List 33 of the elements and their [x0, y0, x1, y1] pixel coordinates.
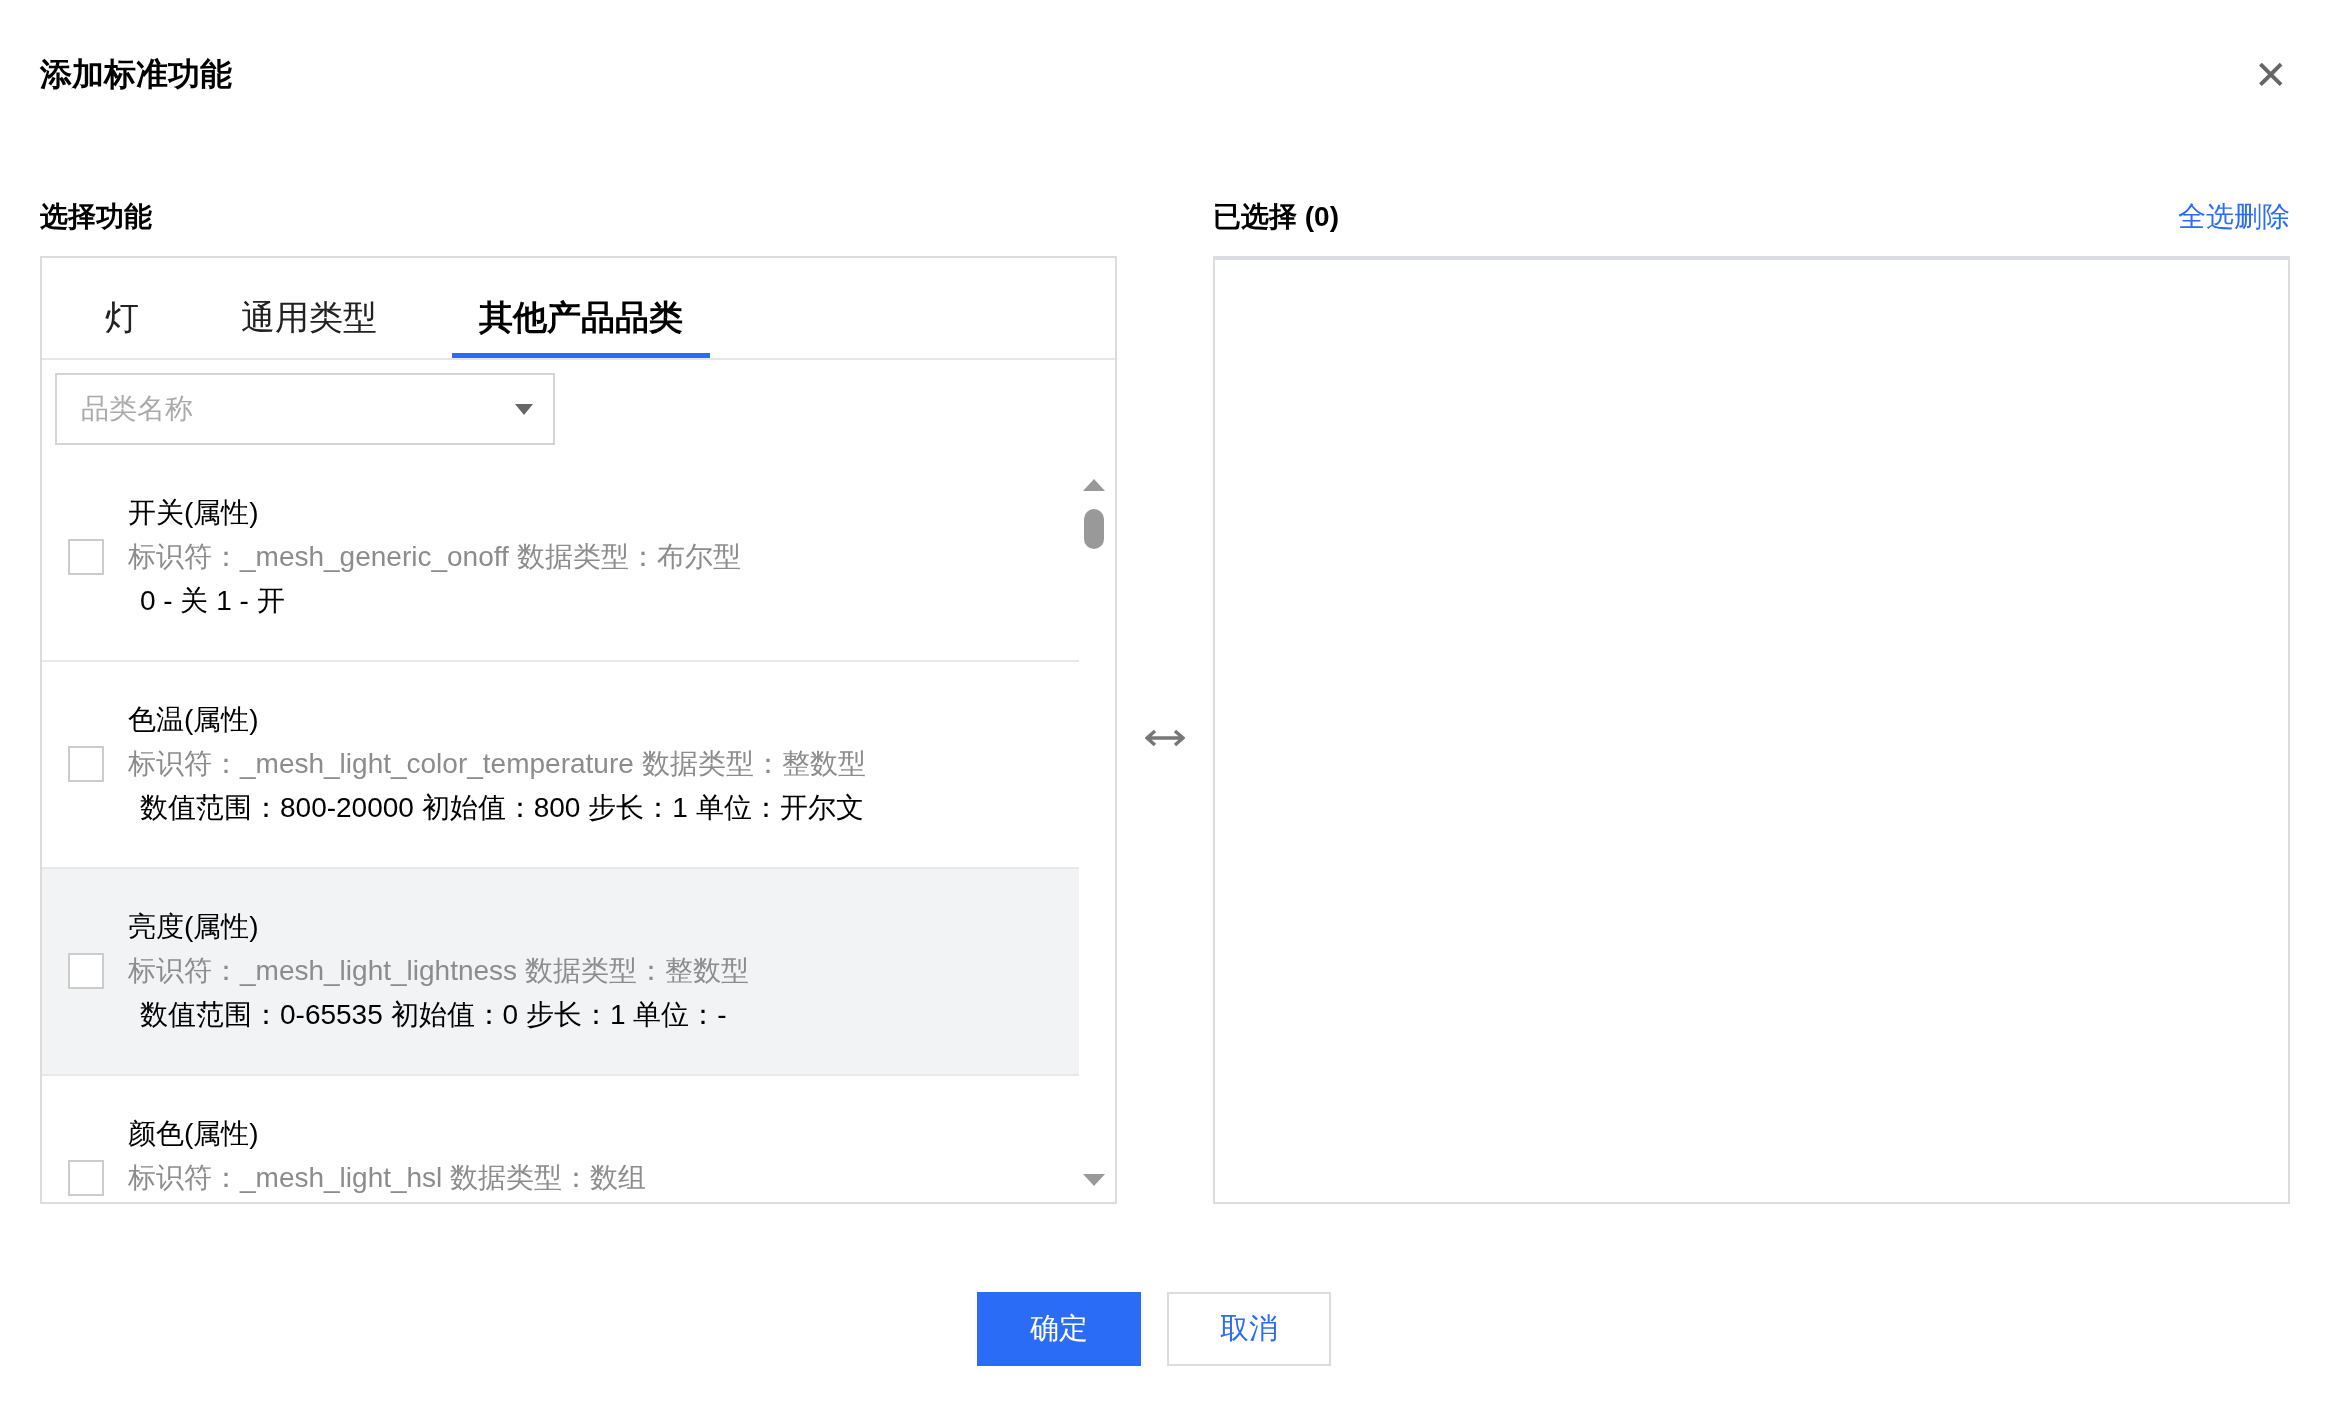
checkbox[interactable] [68, 746, 104, 782]
identifier-text: 标识符：_mesh_light_color_temperature 数据类型：整数型 [128, 747, 866, 781]
section-heading: 选择功能 [40, 200, 152, 234]
function-item[interactable]: 亮度(属性) 标识符：_mesh_light_lightness 数据类型：整数型 数值范围：0-65535 初始值：0 步长：1 单位：- [42, 869, 1079, 1076]
confirm-button[interactable]: 确定 [977, 1292, 1141, 1366]
function-name: 色温(属性) [128, 703, 260, 737]
scroll-down-icon[interactable] [1083, 1174, 1105, 1186]
checkbox[interactable] [68, 1160, 104, 1196]
section-heading: 已选择 (0) [1213, 200, 1339, 234]
dialog-title: 添加标准功能 [40, 55, 232, 94]
scrollbar-thumb[interactable] [1084, 509, 1104, 549]
value-detail: 数值范围：800-20000 初始值：800 步长：1 单位：开尔文 [139, 791, 865, 825]
close-button[interactable]: ✕ [2254, 55, 2288, 95]
function-name: 开关(属性) [128, 496, 260, 530]
scroll-up-icon[interactable] [1083, 479, 1105, 491]
function-item[interactable]: 颜色(属性) 标识符：_mesh_light_hsl 数据类型：数组 [42, 1076, 1079, 1202]
function-name: 亮度(属性) [128, 910, 260, 944]
category-tab[interactable]: 灯 [78, 295, 166, 358]
identifier-text: 标识符：_mesh_light_lightness 数据类型：整数型 [128, 954, 749, 988]
checkbox[interactable] [68, 953, 104, 989]
category-tab[interactable]: 通用类型 [214, 295, 404, 358]
identifier-text: 标识符：_mesh_generic_onoff 数据类型：布尔型 [128, 540, 741, 574]
cancel-button[interactable]: 取消 [1167, 1292, 1331, 1366]
checkbox[interactable] [68, 539, 104, 575]
value-detail: 0 - 关 1 - 开 [139, 584, 286, 618]
function-item[interactable]: 开关(属性) 标识符：_mesh_generic_onoff 数据类型：布尔型 0 - 关 1 - 开 [42, 455, 1079, 662]
dropdown-caret-icon [515, 403, 533, 415]
value-detail: 数值范围：0-65535 初始值：0 步长：1 单位：- [139, 998, 728, 1032]
identifier-text: 标识符：_mesh_light_hsl 数据类型：数组 [128, 1161, 647, 1195]
function-name: 颜色(属性) [128, 1117, 260, 1151]
clear-all-link[interactable]: 全选删除 [2178, 198, 2290, 236]
transfer-arrows-icon [1145, 729, 1185, 747]
category-tab[interactable]: 其他产品品类 [452, 295, 710, 358]
